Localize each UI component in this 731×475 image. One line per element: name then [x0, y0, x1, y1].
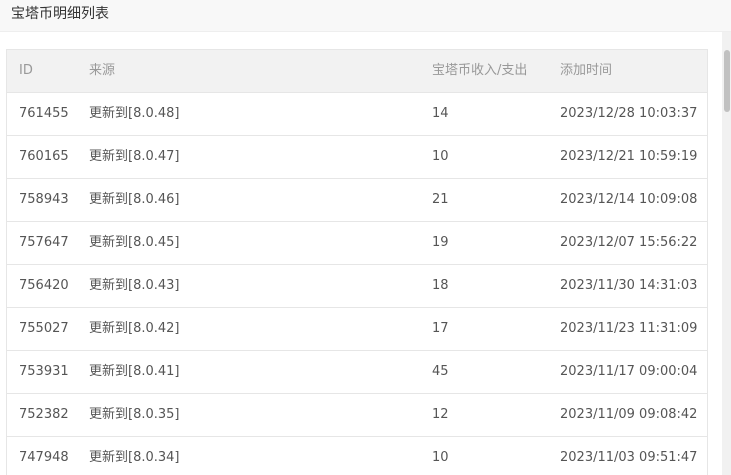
cell-source: 更新到[8.0.46] — [89, 192, 180, 207]
dialog-content: ID 来源 宝塔币收入/支出 添加时间 761455 更新到[8.0.48] 1… — [0, 32, 722, 475]
cell-id: 760165 — [19, 149, 69, 164]
vertical-scrollbar[interactable] — [722, 32, 731, 475]
cell-amount: 17 — [432, 321, 449, 336]
table-header-row: ID 来源 宝塔币收入/支出 添加时间 — [7, 50, 707, 93]
cell-id: 753931 — [19, 364, 69, 379]
cell-amount: 19 — [432, 235, 449, 250]
dialog-title: 宝塔币明细列表 — [11, 6, 109, 22]
header-amount: 宝塔币收入/支出 — [432, 63, 528, 78]
scrollbar-thumb[interactable] — [724, 50, 730, 112]
table-row: 753931 更新到[8.0.41] 45 2023/11/17 09:00:0… — [7, 351, 707, 394]
header-id: ID — [19, 63, 33, 78]
cell-id: 761455 — [19, 106, 69, 121]
cell-id: 758943 — [19, 192, 69, 207]
cell-source: 更新到[8.0.48] — [89, 106, 180, 121]
cell-time: 2023/12/14 10:09:08 — [560, 192, 698, 207]
cell-source: 更新到[8.0.34] — [89, 450, 180, 465]
cell-amount: 21 — [432, 192, 449, 207]
cell-id: 757647 — [19, 235, 69, 250]
cell-id: 752382 — [19, 407, 69, 422]
cell-time: 2023/11/03 09:51:47 — [560, 450, 698, 465]
cell-amount: 18 — [432, 278, 449, 293]
cell-source: 更新到[8.0.45] — [89, 235, 180, 250]
table-row: 756420 更新到[8.0.43] 18 2023/11/30 14:31:0… — [7, 265, 707, 308]
cell-id: 747948 — [19, 450, 69, 465]
cell-amount: 10 — [432, 450, 449, 465]
cell-id: 756420 — [19, 278, 69, 293]
cell-time: 2023/12/07 15:56:22 — [560, 235, 698, 250]
table-row: 758943 更新到[8.0.46] 21 2023/12/14 10:09:0… — [7, 179, 707, 222]
cell-time: 2023/11/17 09:00:04 — [560, 364, 698, 379]
cell-amount: 12 — [432, 407, 449, 422]
cell-source: 更新到[8.0.41] — [89, 364, 180, 379]
cell-time: 2023/11/09 09:08:42 — [560, 407, 698, 422]
cell-time: 2023/11/30 14:31:03 — [560, 278, 698, 293]
cell-time: 2023/11/23 11:31:09 — [560, 321, 698, 336]
table-row: 757647 更新到[8.0.45] 19 2023/12/07 15:56:2… — [7, 222, 707, 265]
table-row: 747948 更新到[8.0.34] 10 2023/11/03 09:51:4… — [7, 437, 707, 475]
table-row: 752382 更新到[8.0.35] 12 2023/11/09 09:08:4… — [7, 394, 707, 437]
cell-time: 2023/12/21 10:59:19 — [560, 149, 698, 164]
cell-id: 755027 — [19, 321, 69, 336]
table-row: 760165 更新到[8.0.47] 10 2023/12/21 10:59:1… — [7, 136, 707, 179]
table-row: 755027 更新到[8.0.42] 17 2023/11/23 11:31:0… — [7, 308, 707, 351]
dialog-title-bar[interactable]: 宝塔币明细列表 — [0, 0, 731, 32]
table-row: 761455 更新到[8.0.48] 14 2023/12/28 10:03:3… — [7, 93, 707, 136]
cell-amount: 14 — [432, 106, 449, 121]
cell-source: 更新到[8.0.35] — [89, 407, 180, 422]
cell-source: 更新到[8.0.47] — [89, 149, 180, 164]
cell-amount: 45 — [432, 364, 449, 379]
cell-time: 2023/12/28 10:03:37 — [560, 106, 698, 121]
header-source: 来源 — [89, 63, 116, 78]
cell-source: 更新到[8.0.42] — [89, 321, 180, 336]
header-time: 添加时间 — [560, 63, 613, 78]
cell-source: 更新到[8.0.43] — [89, 278, 180, 293]
coin-detail-table: ID 来源 宝塔币收入/支出 添加时间 761455 更新到[8.0.48] 1… — [6, 49, 708, 475]
cell-amount: 10 — [432, 149, 449, 164]
